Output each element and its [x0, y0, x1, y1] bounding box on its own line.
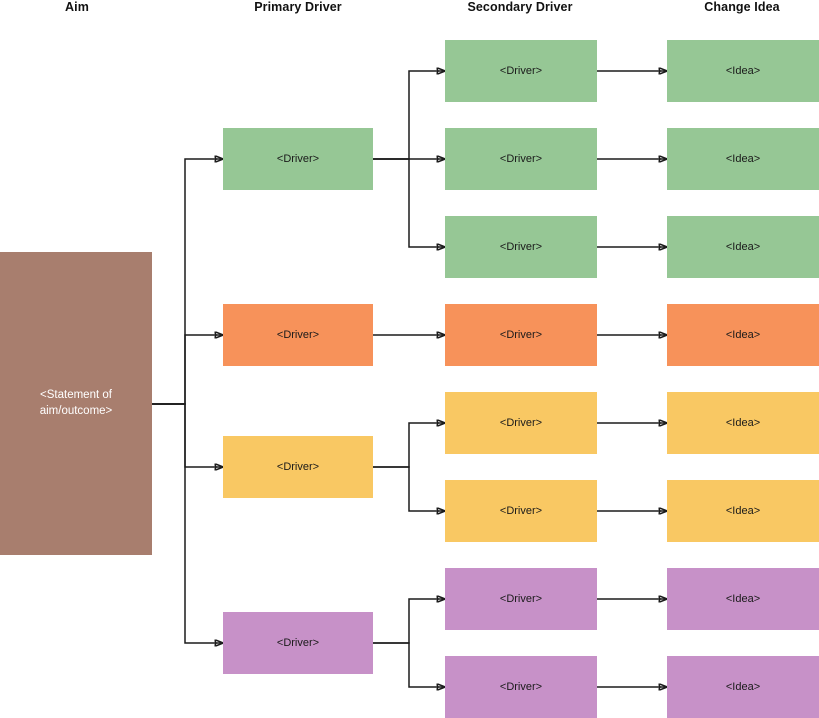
node-ci-6[interactable]: <Idea>	[667, 480, 819, 542]
node-label: <Idea>	[725, 592, 761, 605]
node-sd-6[interactable]: <Driver>	[445, 480, 597, 542]
node-aim-1[interactable]: <Statement of aim/outcome>	[0, 252, 152, 555]
node-label: <Idea>	[725, 64, 761, 77]
node-sd-2[interactable]: <Driver>	[445, 128, 597, 190]
node-label: <Driver>	[499, 240, 543, 253]
connector-pd-4-to-sd-7	[373, 599, 445, 644]
node-label: <Driver>	[276, 328, 320, 341]
node-sd-8[interactable]: <Driver>	[445, 656, 597, 718]
connector-pd-1-to-sd-3	[373, 158, 445, 247]
node-label: <Idea>	[725, 328, 761, 341]
connector-pd-3-to-sd-5	[373, 423, 445, 468]
node-ci-8[interactable]: <Idea>	[667, 656, 819, 718]
column-header-secondary_driver: Secondary Driver	[467, 0, 573, 14]
node-label: <Idea>	[725, 504, 761, 517]
node-pd-1[interactable]: <Driver>	[223, 128, 373, 190]
node-ci-7[interactable]: <Idea>	[667, 568, 819, 630]
connector-aim-1-to-pd-4	[152, 403, 223, 643]
node-label: <Driver>	[499, 64, 543, 77]
node-label: <Idea>	[725, 240, 761, 253]
node-sd-5[interactable]: <Driver>	[445, 392, 597, 454]
node-sd-7[interactable]: <Driver>	[445, 568, 597, 630]
driver-diagram-canvas: Aim Primary Driver Secondary Driver Change …	[0, 0, 819, 718]
column-header-primary_driver: Primary Driver	[254, 0, 342, 14]
node-ci-3[interactable]: <Idea>	[667, 216, 819, 278]
node-ci-1[interactable]: <Idea>	[667, 40, 819, 102]
node-label: <Idea>	[725, 416, 761, 429]
node-label: <Driver>	[276, 152, 320, 165]
node-ci-4[interactable]: <Idea>	[667, 304, 819, 366]
connector-pd-4-to-sd-8	[373, 642, 445, 687]
connector-aim-1-to-pd-3	[152, 403, 223, 467]
node-label: <Driver>	[499, 416, 543, 429]
node-label: <Driver>	[499, 592, 543, 605]
node-label: <Idea>	[725, 152, 761, 165]
node-label: <Driver>	[276, 460, 320, 473]
node-label: <Statement of aim/outcome>	[39, 389, 113, 417]
node-sd-4[interactable]: <Driver>	[445, 304, 597, 366]
connector-aim-1-to-pd-1	[152, 159, 223, 405]
node-sd-3[interactable]: <Driver>	[445, 216, 597, 278]
node-pd-3[interactable]: <Driver>	[223, 436, 373, 498]
node-ci-2[interactable]: <Idea>	[667, 128, 819, 190]
node-label: <Driver>	[499, 152, 543, 165]
node-ci-5[interactable]: <Idea>	[667, 392, 819, 454]
node-label: <Idea>	[725, 680, 761, 693]
column-header-aim: Aim	[65, 0, 89, 14]
node-label: <Driver>	[499, 328, 543, 341]
column-header-change_idea: Change Idea	[704, 0, 780, 14]
node-label: <Driver>	[499, 504, 543, 517]
node-sd-1[interactable]: <Driver>	[445, 40, 597, 102]
connector-pd-3-to-sd-6	[373, 466, 445, 511]
connector-aim-1-to-pd-2	[152, 335, 223, 405]
connector-pd-1-to-sd-1	[373, 71, 445, 160]
node-label: <Driver>	[276, 636, 320, 649]
node-label: <Driver>	[499, 680, 543, 693]
node-pd-2[interactable]: <Driver>	[223, 304, 373, 366]
node-pd-4[interactable]: <Driver>	[223, 612, 373, 674]
